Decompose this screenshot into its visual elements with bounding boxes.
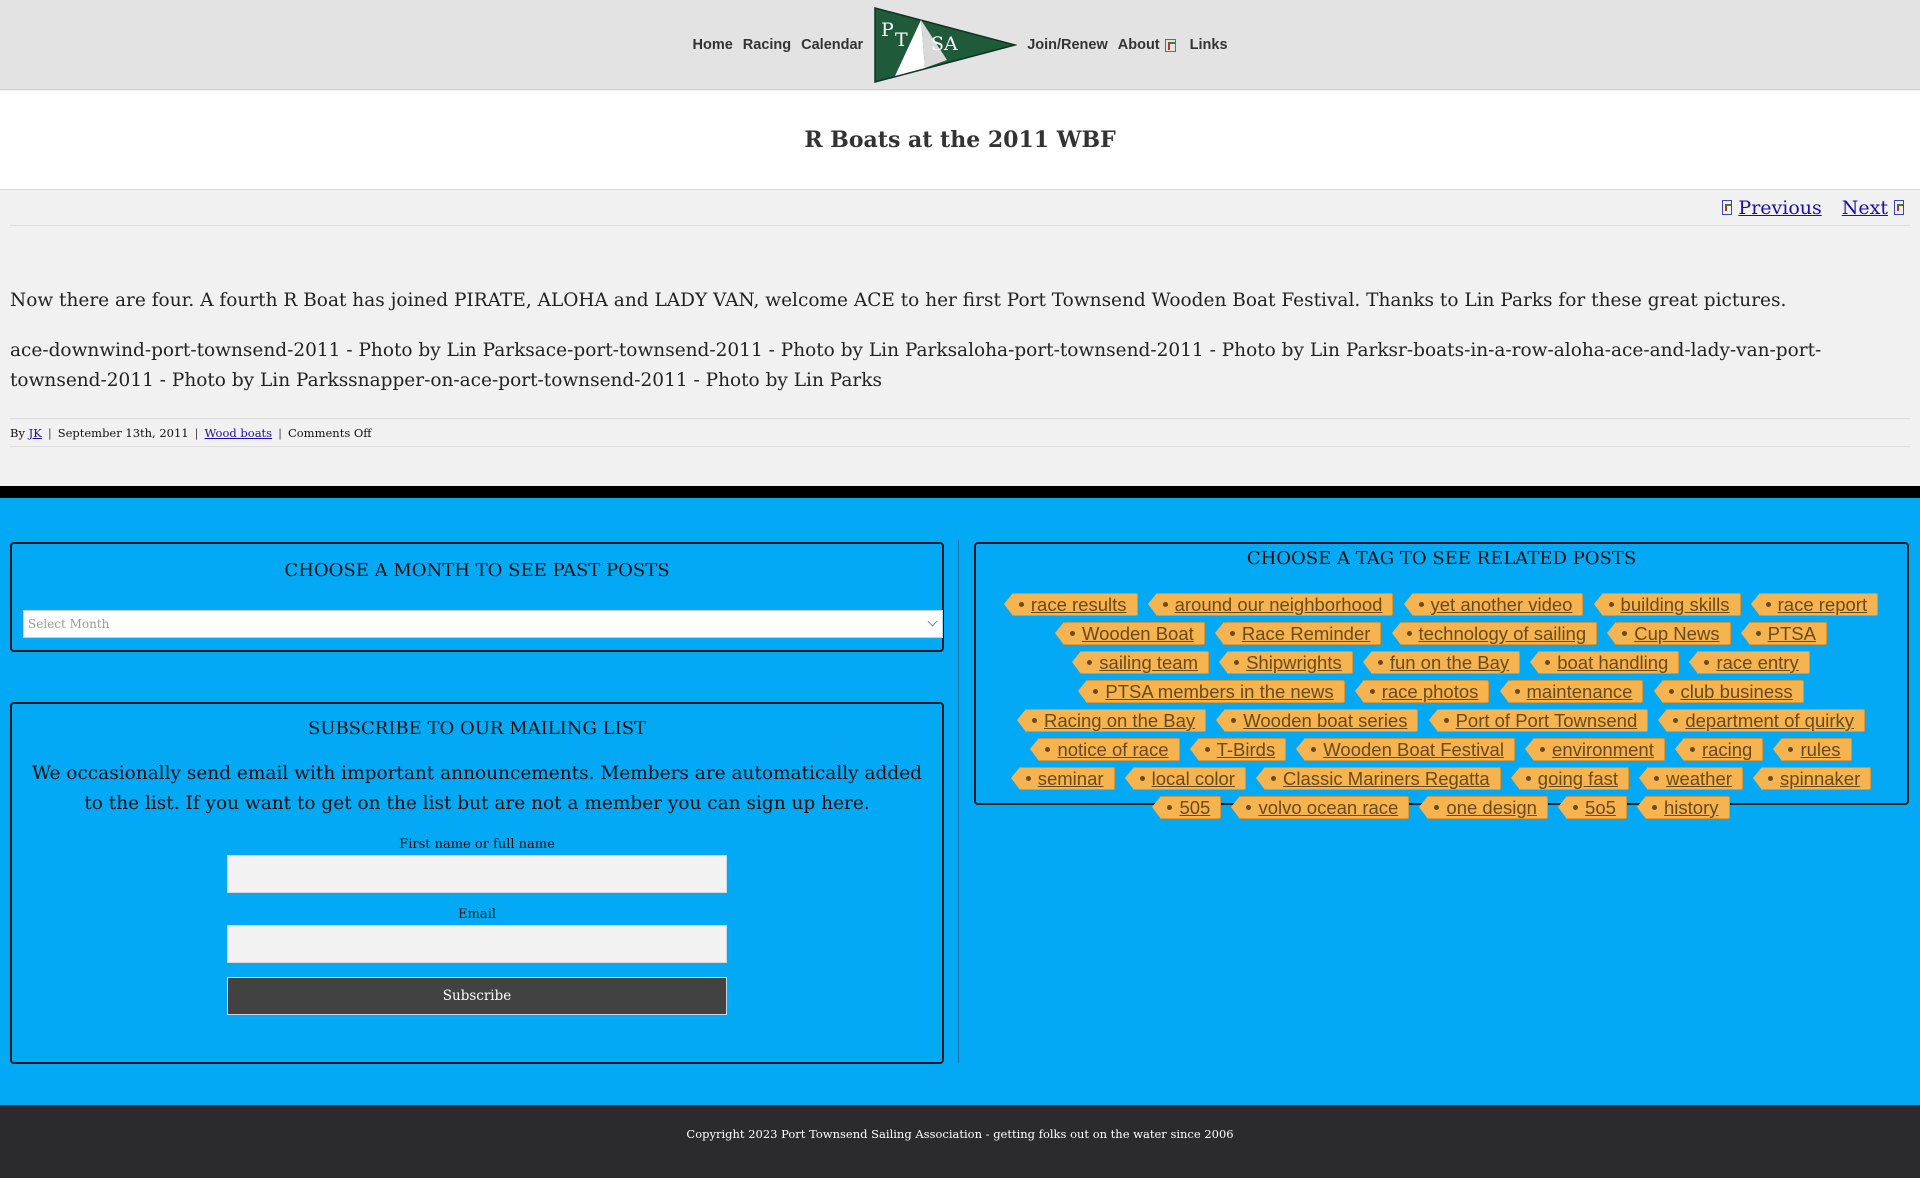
archive-widget: CHOOSE A MONTH TO SEE PAST POSTS Select … [10, 542, 944, 652]
column-divider [958, 540, 959, 1063]
tag-link[interactable]: race photos [1354, 680, 1490, 703]
nav-links[interactable]: Links [1190, 37, 1228, 53]
tag-link[interactable]: Racing on the Bay [1016, 709, 1207, 732]
tag-link[interactable]: rules [1773, 738, 1852, 761]
tag-link[interactable]: environment [1525, 738, 1665, 761]
next-post-link[interactable]: Next [1842, 197, 1910, 219]
month-select-value: Select Month [28, 617, 110, 631]
footer-top-border [0, 486, 1920, 498]
email-field[interactable] [227, 925, 727, 963]
tag-link[interactable]: 5o5 [1558, 796, 1627, 819]
previous-label: Previous [1738, 196, 1822, 219]
email-label: Email [458, 907, 496, 922]
nav-about[interactable]: About [1118, 37, 1160, 53]
tag-link[interactable]: Cup News [1607, 622, 1731, 645]
tag-link[interactable]: race report [1750, 593, 1879, 616]
next-arrow-icon [1894, 200, 1904, 215]
tag-link[interactable]: boat handling [1530, 651, 1680, 674]
tag-link[interactable]: weather [1639, 767, 1743, 790]
tag-link[interactable]: spinnaker [1753, 767, 1872, 790]
tag-link[interactable]: Shipwrights [1219, 651, 1353, 674]
post-meta: By JK | September 13th, 2011 | Wood boat… [10, 418, 1910, 447]
tag-link[interactable]: technology of sailing [1391, 622, 1598, 645]
nav-join-renew[interactable]: Join/Renew [1027, 37, 1108, 53]
nav-racing[interactable]: Racing [743, 37, 791, 53]
tag-link[interactable]: around our neighborhood [1147, 593, 1394, 616]
tag-link[interactable]: volvo ocean race [1231, 796, 1410, 819]
ptsa-pennant-logo[interactable]: P T SA [873, 6, 1018, 84]
copyright-text: Copyright 2023 Port Townsend Sailing Ass… [686, 1127, 1234, 1141]
logo-letter-t: T [895, 29, 908, 51]
site-header: Home Racing Calendar P T SA Join/Renew A… [0, 0, 1920, 90]
tag-link[interactable]: Wooden boat series [1216, 709, 1419, 732]
tag-link[interactable]: history [1637, 796, 1730, 819]
meta-separator: | [278, 425, 282, 440]
tags-widget: CHOOSE A TAG TO SEE RELATED POSTS race r… [974, 542, 1909, 819]
tag-link[interactable]: club business [1653, 680, 1804, 703]
tag-link[interactable]: sailing team [1072, 651, 1209, 674]
tag-link[interactable]: race results [1003, 593, 1138, 616]
comments-status: Comments Off [287, 425, 372, 440]
subscribe-description: We occasionally send email with importan… [31, 763, 923, 814]
tag-link[interactable]: Wooden Boat [1055, 622, 1205, 645]
meta-by: By [10, 425, 25, 440]
page-title: R Boats at the 2011 WBF [804, 127, 1116, 153]
subscribe-widget: SUBSCRIBE TO OUR MAILING LIST We occasio… [10, 702, 944, 1064]
name-field[interactable] [227, 855, 727, 893]
copyright-bar: Copyright 2023 Port Townsend Sailing Ass… [0, 1105, 1920, 1178]
tag-link[interactable]: Classic Mariners Regatta [1256, 767, 1501, 790]
tags-heading: CHOOSE A TAG TO SEE RELATED POSTS [1246, 548, 1637, 569]
main-nav: Home Racing Calendar P T SA Join/Renew A… [0, 0, 1920, 90]
tag-cloud: race results around our neighborhood yet… [987, 591, 1897, 823]
footer-widgets: CHOOSE A MONTH TO SEE PAST POSTS Select … [0, 498, 1920, 1105]
next-label: Next [1841, 196, 1888, 219]
tag-link[interactable]: racing [1674, 738, 1764, 761]
tag-link[interactable]: yet another video [1403, 593, 1584, 616]
nav-calendar[interactable]: Calendar [801, 37, 863, 53]
subscribe-heading: SUBSCRIBE TO OUR MAILING LIST [307, 718, 647, 739]
tag-link[interactable]: notice of race [1030, 738, 1180, 761]
tag-link[interactable]: race entry [1689, 651, 1810, 674]
archive-heading: CHOOSE A MONTH TO SEE PAST POSTS [284, 560, 670, 581]
post-paragraph: Now there are four. A fourth R Boat has … [10, 290, 1787, 311]
category-link[interactable]: Wood boats [205, 426, 273, 440]
subscribe-button[interactable]: Subscribe [227, 977, 727, 1015]
tag-link[interactable]: fun on the Bay [1362, 651, 1521, 674]
tag-link[interactable]: Race Reminder [1214, 622, 1382, 645]
broken-image-icon [1164, 38, 1176, 52]
tag-link[interactable]: Wooden Boat Festival [1296, 738, 1515, 761]
tag-link[interactable]: maintenance [1499, 680, 1644, 703]
post-date: September 13th, 2011 [57, 425, 189, 440]
author-link[interactable]: JK [29, 426, 42, 440]
page-title-bar: R Boats at the 2011 WBF [0, 91, 1920, 190]
logo-letters-sa: SA [931, 33, 958, 55]
tag-link[interactable]: going fast [1510, 767, 1630, 790]
meta-separator: | [47, 425, 52, 440]
tag-link[interactable]: Port of Port Townsend [1428, 709, 1649, 732]
name-label: First name or full name [399, 837, 555, 852]
tag-link[interactable]: building skills [1593, 593, 1741, 616]
logo-letter-p: P [881, 19, 894, 41]
tag-link[interactable]: seminar [1010, 767, 1115, 790]
tag-link[interactable]: PTSA members in the news [1078, 680, 1345, 703]
tag-link[interactable]: one design [1419, 796, 1548, 819]
tag-link[interactable]: local color [1124, 767, 1246, 790]
tag-link[interactable]: T-Birds [1189, 738, 1287, 761]
nav-home[interactable]: Home [692, 37, 732, 53]
meta-separator: | [194, 425, 199, 440]
tag-link[interactable]: department of quirky [1658, 709, 1866, 732]
previous-arrow-icon [1722, 200, 1733, 215]
tag-link[interactable]: PTSA [1740, 622, 1827, 645]
month-select[interactable]: Select Month [23, 610, 943, 638]
previous-post-link[interactable]: Previous [1716, 196, 1822, 219]
photo-captions: ace-downwind-port-townsend-2011 - Photo … [10, 340, 1822, 391]
tag-link[interactable]: 505 [1152, 796, 1222, 819]
chevron-down-icon [927, 616, 938, 627]
post-content: Previous Next Now there are four. A four… [10, 190, 1910, 447]
post-navigation: Previous Next [10, 190, 1910, 226]
